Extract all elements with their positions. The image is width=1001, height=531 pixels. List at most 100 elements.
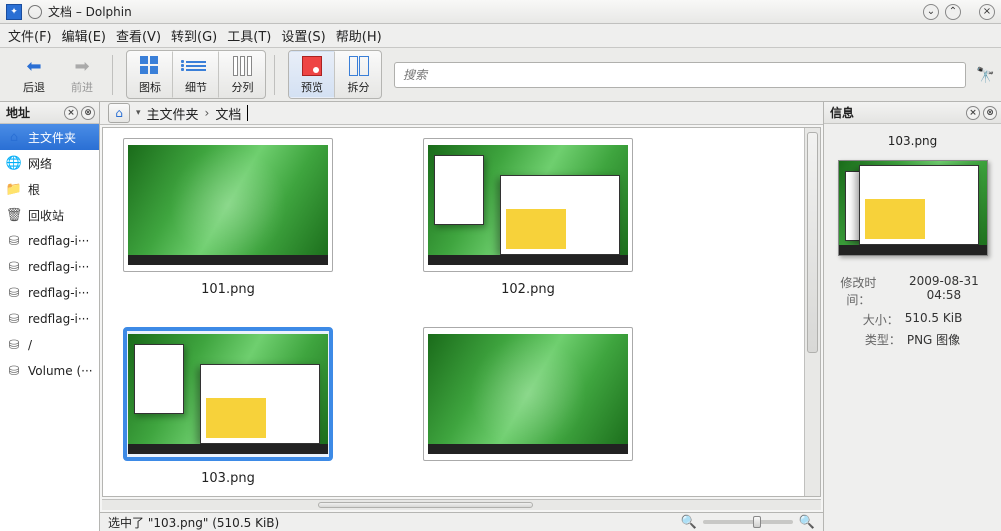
info-type: PNG 图像 [907,331,960,348]
scrollbar-horizontal[interactable] [102,499,821,510]
menu-go[interactable]: 转到(G) [171,26,217,45]
sidebar-item-2[interactable]: 📁根 [0,176,99,202]
zoom-out-button[interactable]: 🔍 [681,514,697,530]
sidebar-item-label: redflag-i··· [28,234,89,248]
menu-file[interactable]: 文件(F) [8,26,52,45]
info-panel-title: 信息 [830,104,854,121]
menu-settings[interactable]: 设置(S) [281,26,325,45]
panel-lock-button[interactable]: × [966,106,980,120]
file-item[interactable] [423,327,633,486]
thumbnail [123,138,333,272]
app-icon: ✦ [6,4,22,20]
menu-help[interactable]: 帮助(H) [336,26,382,45]
sidebar-item-0[interactable]: ⌂主文件夹 [0,124,99,150]
text-cursor [247,105,248,121]
home-icon: ⌂ [115,106,123,120]
minimize-button[interactable]: ⌄ [923,4,939,20]
zoom-control: 🔍 🔍 [681,514,815,530]
menu-view[interactable]: 查看(V) [116,26,161,45]
panel-lock-button[interactable]: × [64,106,78,120]
split-icon [347,54,371,78]
window-titlebar: ✦ 文档 – Dolphin ⌄ ⌃ × [0,0,1001,24]
thumbnail [423,138,633,272]
split-button[interactable]: 拆分 [335,51,381,98]
file-name: 101.png [201,282,255,297]
forward-button[interactable]: ➡ 前进 [60,51,104,98]
trash-icon: 🗑 [6,207,22,223]
separator [112,55,118,95]
menu-tools[interactable]: 工具(T) [227,26,271,45]
home-icon: ⌂ [6,129,22,145]
search-input[interactable] [403,68,959,82]
sidebar-item-label: redflag-i··· [28,312,89,326]
disk-icon: ⛁ [6,285,22,301]
sidebar-item-1[interactable]: 🌐网络 [0,150,99,176]
breadcrumb-bar: ⌂ ▾ 主文件夹 › 文档 [100,102,823,125]
panel-close-button[interactable]: ⊗ [81,106,95,120]
window-title: 文档 – Dolphin [48,3,917,20]
sidebar-item-4[interactable]: ⛁ redflag-i··· [0,228,99,254]
disk-icon: ⛁ [6,233,22,249]
scrollbar-thumb[interactable] [807,132,818,353]
panel-close-button[interactable]: ⊗ [983,106,997,120]
sidebar-item-5[interactable]: ⛁ redflag-i··· [0,254,99,280]
info-metadata: 修改时间：2009-08-31 04:58 大小：510.5 KiB 类型：PN… [830,274,995,348]
places-panel-header: 地址 × ⊗ [0,102,99,124]
file-item[interactable]: 103.png [123,327,333,486]
details-view-icon [184,54,208,78]
file-name: 102.png [501,282,555,297]
sidebar-item-label: 根 [28,181,40,198]
zoom-slider[interactable] [703,520,793,524]
back-button[interactable]: ⬅ 后退 [12,51,56,98]
sidebar-item-9[interactable]: ⛁ Volume (··· [0,358,99,384]
thumbnail [123,327,333,461]
menu-edit[interactable]: 编辑(E) [62,26,106,45]
preview-icon [300,54,324,78]
status-text: 选中了 "103.png" (510.5 KiB) [108,514,671,531]
search-box[interactable] [394,62,966,88]
close-button[interactable]: × [979,4,995,20]
disk-icon: ⛁ [6,259,22,275]
sidebar-item-label: 网络 [28,155,52,172]
maximize-button[interactable]: ⌃ [945,4,961,20]
info-panel-header: 信息 × ⊗ [824,102,1001,124]
pin-icon[interactable] [28,5,42,19]
columns-view-icon [231,54,255,78]
breadcrumb-seg-current[interactable]: 文档 [215,104,241,123]
info-type-label: 类型： [865,331,901,348]
scrollbar-thumb[interactable] [318,502,534,508]
scrollbar-vertical[interactable] [804,128,820,496]
preview-split-group: 预览 拆分 [288,50,382,99]
info-preview [838,160,988,256]
zoom-in-button[interactable]: 🔍 [799,514,815,530]
file-view[interactable]: 101.png 102.png 103.png [103,128,804,496]
menubar: 文件(F) 编辑(E) 查看(V) 转到(G) 工具(T) 设置(S) 帮助(H… [0,24,1001,48]
preview-button[interactable]: 预览 [289,51,335,98]
info-size: 510.5 KiB [905,311,963,328]
sidebar-item-7[interactable]: ⛁ redflag-i··· [0,306,99,332]
zoom-knob[interactable] [753,516,761,528]
view-columns-button[interactable]: 分列 [219,51,265,98]
disk-icon: ⛁ [6,311,22,327]
info-mtime: 2009-08-31 04:58 [893,274,995,308]
file-item[interactable]: 102.png [423,138,633,297]
breadcrumb-seg-home[interactable]: 主文件夹 [147,104,199,123]
sidebar-item-label: redflag-i··· [28,260,89,274]
sidebar-item-8[interactable]: ⛁/ [0,332,99,358]
sidebar-item-label: 回收站 [28,207,64,224]
breadcrumb-home-button[interactable]: ⌂ [108,103,130,123]
file-item[interactable]: 101.png [123,138,333,297]
chevron-down-icon[interactable]: ▾ [136,108,141,118]
arrow-right-icon: ➡ [70,54,94,78]
info-filename: 103.png [830,134,995,148]
info-panel: 信息 × ⊗ 103.png 修改时间：2009-08-31 04:58 大小：… [823,102,1001,531]
sidebar-item-label: Volume (··· [28,364,93,378]
sidebar-item-6[interactable]: ⛁redflag-i··· [0,280,99,306]
disk-icon: ⛁ [6,363,22,379]
sidebar-item-3[interactable]: 🗑 回收站 [0,202,99,228]
view-icons-button[interactable]: 图标 [127,51,173,98]
arrow-left-icon: ⬅ [22,54,46,78]
thumbnail [423,327,633,461]
view-details-button[interactable]: 细节 [173,51,219,98]
binoculars-icon[interactable]: 🔭 [976,66,995,84]
